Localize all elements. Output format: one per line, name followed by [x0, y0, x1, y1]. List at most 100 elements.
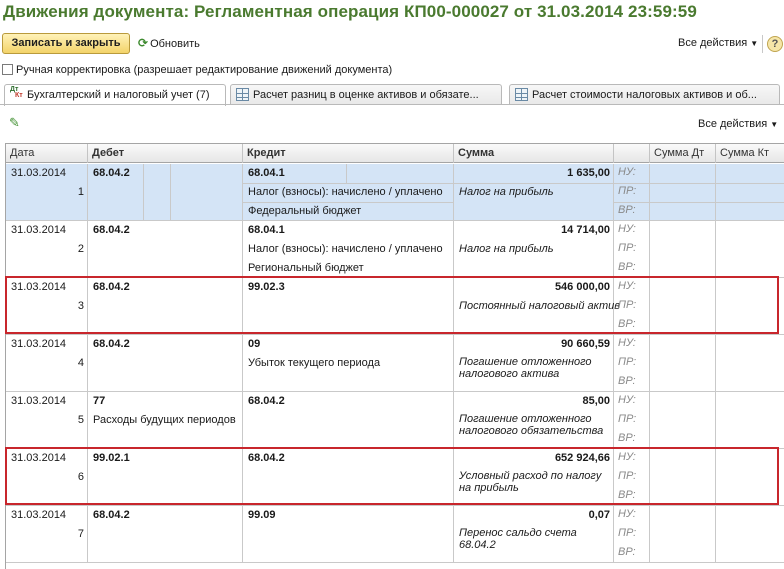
- column-divider: [715, 164, 716, 220]
- debit-account: 77: [93, 395, 106, 407]
- table-row[interactable]: 31.03.2014 6 99.02.1 68.04.2 652 924,66 Услов…: [6, 449, 784, 506]
- row-content: Погашение отложенного налогового обязате…: [459, 413, 604, 437]
- tax-tag-nu: НУ:: [618, 451, 636, 463]
- tax-tag-vr: ВР:: [618, 375, 636, 387]
- column-divider: [649, 506, 650, 562]
- pencil-icon[interactable]: ✎: [9, 116, 23, 130]
- header-sum-kt[interactable]: Сумма Кт: [716, 144, 784, 163]
- credit-account: 99.09: [248, 509, 276, 521]
- table-row[interactable]: 31.03.2014 2 68.04.2 68.04.1 Налог (взносы):…: [6, 221, 784, 278]
- column-divider: [242, 506, 243, 562]
- tab-asset-differences[interactable]: Расчет разниц в оценке активов и обязате…: [230, 84, 502, 105]
- tax-tag-vr: ВР:: [618, 432, 636, 444]
- tax-tag-pr: ПР:: [618, 185, 637, 197]
- help-icon[interactable]: ?: [767, 36, 783, 52]
- column-divider: [87, 278, 88, 334]
- column-divider: [715, 506, 716, 562]
- column-divider: [649, 449, 650, 505]
- debit-subconto: Расходы будущих периодов: [93, 414, 236, 426]
- header-credit[interactable]: Кредит: [243, 144, 454, 163]
- column-divider: [613, 335, 614, 391]
- debit-account: 68.04.2: [93, 509, 130, 521]
- column-divider: [715, 449, 716, 505]
- save-and-close-button[interactable]: Записать и закрыть: [2, 33, 130, 54]
- tab-label: Расчет стоимости налоговых активов и об.…: [532, 89, 757, 101]
- manual-correction-checkbox[interactable]: Ручная корректировка (разрешает редактир…: [2, 63, 392, 77]
- chevron-down-icon: ▼: [770, 120, 779, 129]
- row-date: 31.03.2014: [11, 224, 67, 236]
- tax-tag-pr: ПР:: [618, 413, 637, 425]
- subcell-divider: [614, 183, 650, 184]
- tab-label: Бухгалтерский и налоговый учет (7): [27, 89, 210, 101]
- column-divider: [87, 506, 88, 562]
- credit-account: 68.04.1: [248, 224, 285, 236]
- table-row[interactable]: 31.03.2014 3 68.04.2 99.02.3 546 000,00 Посто…: [6, 278, 784, 335]
- row-date: 31.03.2014: [11, 395, 67, 407]
- column-divider: [242, 221, 243, 277]
- column-divider: [242, 392, 243, 448]
- checkbox-box[interactable]: [2, 64, 13, 75]
- header-sum-dt[interactable]: Сумма Дт: [650, 144, 716, 163]
- column-divider: [715, 392, 716, 448]
- table-all-actions-menu[interactable]: Все действия ▼: [698, 114, 778, 135]
- row-amount: 14 714,00: [561, 224, 610, 236]
- row-date: 31.03.2014: [11, 509, 67, 521]
- credit-subconto: Налог (взносы): начислено / уплачено: [248, 243, 443, 255]
- row-amount: 546 000,00: [554, 281, 610, 293]
- header-debit[interactable]: Дебет: [88, 144, 243, 163]
- command-bar: Записать и закрыть ⟳ Обновить Все действи…: [0, 32, 784, 56]
- movements-table[interactable]: Дата Дебет Кредит Сумма Сумма Дт Сумма К…: [5, 143, 784, 569]
- all-actions-menu[interactable]: Все действия ▼: [678, 33, 758, 54]
- table-icon: [236, 88, 249, 101]
- row-content: Налог на прибыль: [459, 186, 554, 198]
- row-date: 31.03.2014: [11, 281, 67, 293]
- toolbar-divider: [762, 35, 763, 53]
- column-divider: [649, 221, 650, 277]
- column-divider: [453, 506, 454, 562]
- dt-kt-icon: Дт Кт: [10, 86, 23, 99]
- row-number: 4: [77, 357, 84, 369]
- debit-account: 68.04.2: [93, 281, 130, 293]
- credit-account: 68.04.2: [248, 452, 285, 464]
- subcell-divider: [650, 183, 784, 184]
- row-content: Погашение отложенного налогового актива: [459, 356, 592, 380]
- row-date: 31.03.2014: [11, 452, 67, 464]
- row-date: 31.03.2014: [11, 167, 67, 179]
- row-amount: 1 635,00: [567, 167, 610, 179]
- header-amount[interactable]: Сумма: [454, 144, 614, 163]
- column-divider: [242, 278, 243, 334]
- debit-account: 68.04.2: [93, 224, 130, 236]
- credit-subconto: Федеральный бюджет: [248, 205, 362, 217]
- header-date[interactable]: Дата: [6, 144, 88, 163]
- column-divider: [649, 278, 650, 334]
- chevron-down-icon: ▼: [750, 39, 759, 48]
- tax-tag-vr: ВР:: [618, 204, 636, 216]
- tax-tag-vr: ВР:: [618, 489, 636, 501]
- column-divider: [242, 335, 243, 391]
- column-divider: [87, 221, 88, 277]
- column-divider: [715, 221, 716, 277]
- tax-tag-pr: ПР:: [618, 470, 637, 482]
- table-row[interactable]: 31.03.2014 1 68.04.2 68.04.1 Налог (взносы):…: [6, 164, 784, 221]
- table-icon: [515, 88, 528, 101]
- all-actions-label: Все действия: [678, 37, 748, 49]
- table-row[interactable]: 31.03.2014 5 77 Расходы будущих периодов 68.…: [6, 392, 784, 449]
- tax-tag-nu: НУ:: [618, 394, 636, 406]
- row-content: Налог на прибыль: [459, 243, 554, 255]
- table-row[interactable]: 31.03.2014 4 68.04.2 09 Убыток текущего пери…: [6, 335, 784, 392]
- table-row[interactable]: 31.03.2014 7 68.04.2 99.09 0,07 Перенос сальд…: [6, 506, 784, 563]
- refresh-button[interactable]: ⟳ Обновить: [138, 33, 210, 54]
- credit-subconto: Региональный бюджет: [248, 262, 364, 274]
- column-divider: [715, 278, 716, 334]
- column-divider: [613, 449, 614, 505]
- subcell-divider: [243, 202, 454, 203]
- tab-tax-assets-cost[interactable]: Расчет стоимости налоговых активов и об.…: [509, 84, 780, 105]
- tax-tag-nu: НУ:: [618, 337, 636, 349]
- column-divider: [649, 392, 650, 448]
- row-date: 31.03.2014: [11, 338, 67, 350]
- tab-accounting[interactable]: Дт Кт Бухгалтерский и налоговый учет (7): [4, 84, 226, 106]
- credit-subconto: Убыток текущего периода: [248, 357, 381, 369]
- debit-account: 68.04.2: [93, 338, 130, 350]
- row-number: 6: [77, 471, 84, 483]
- column-divider: [453, 449, 454, 505]
